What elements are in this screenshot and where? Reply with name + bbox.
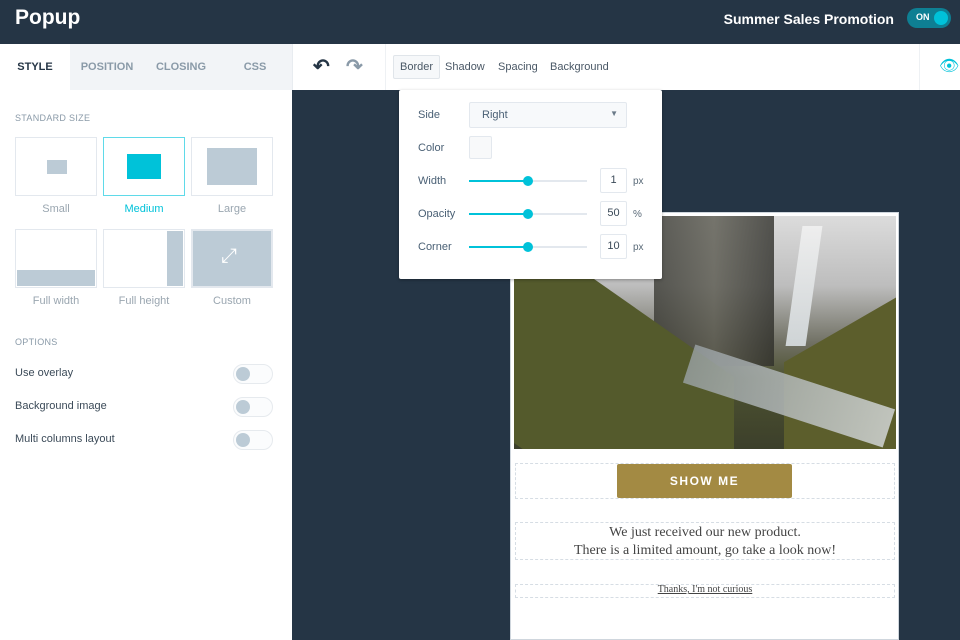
slider-handle[interactable]	[523, 209, 533, 219]
undo-icon[interactable]: ↶	[313, 54, 330, 79]
corner-slider[interactable]	[469, 242, 587, 252]
redo-icon[interactable]: ↷	[346, 54, 363, 79]
toggle-label: ON	[916, 12, 930, 22]
opacity-slider[interactable]	[469, 209, 587, 219]
side-select[interactable]: Right ▼	[469, 102, 627, 128]
toggle-knob	[934, 11, 948, 25]
slider-handle[interactable]	[523, 242, 533, 252]
size-medium[interactable]	[103, 137, 185, 196]
color-swatch[interactable]	[469, 136, 492, 159]
use-overlay-toggle[interactable]	[233, 364, 273, 384]
tab-style[interactable]: STYLE	[0, 44, 70, 90]
width-input[interactable]: 1	[600, 168, 627, 193]
opacity-input[interactable]: 50	[600, 201, 627, 226]
size-label: Medium	[124, 203, 164, 215]
divider	[919, 44, 920, 90]
tab-css[interactable]: CSS	[218, 44, 292, 90]
side-value: Right	[482, 109, 508, 121]
size-large[interactable]	[191, 137, 273, 196]
unit-label: px	[633, 176, 644, 187]
tab-closing[interactable]: CLOSING	[144, 44, 218, 90]
size-label: Small	[42, 203, 70, 215]
multi-columns-toggle[interactable]	[233, 430, 273, 450]
expand-icon: ⤢	[221, 245, 237, 267]
popup-message: We just received our new product. There i…	[515, 524, 895, 560]
size-small[interactable]	[15, 137, 97, 196]
campaign-name: Summer Sales Promotion	[723, 11, 894, 27]
width-slider[interactable]	[469, 176, 587, 186]
preview-eye-icon[interactable]: 👁	[939, 56, 959, 76]
section-title: OPTIONS	[15, 337, 58, 347]
size-label: Full width	[32, 295, 80, 307]
opacity-label: Opacity	[418, 208, 456, 220]
show-me-button[interactable]: SHOW ME	[617, 464, 792, 498]
editor-toolbar: ↶ ↷ Border Shadow Spacing Background 👁	[292, 44, 960, 90]
option-label: Use overlay	[15, 367, 74, 379]
corner-label: Corner	[418, 241, 452, 253]
tab-spacing[interactable]: Spacing	[492, 57, 544, 77]
slider-handle[interactable]	[523, 176, 533, 186]
campaign-on-toggle[interactable]: ON	[907, 8, 951, 28]
tab-border[interactable]: Border	[393, 55, 441, 79]
tab-shadow[interactable]: Shadow	[439, 57, 491, 77]
option-label: Background image	[15, 400, 107, 412]
corner-input[interactable]: 10	[600, 234, 627, 259]
tab-background[interactable]: Background	[544, 57, 615, 77]
size-label: Large	[217, 203, 247, 215]
side-label: Side	[418, 109, 441, 121]
size-custom[interactable]: ⤢	[191, 229, 273, 288]
top-bar: Popup Summer Sales Promotion ON	[0, 0, 960, 44]
width-label: Width	[418, 175, 447, 187]
app-title: Popup	[15, 6, 81, 29]
size-full-height[interactable]	[103, 229, 185, 288]
border-settings-panel: Side Right ▼ Color Width 1 px Opacity 50…	[399, 90, 662, 279]
style-sidebar: STYLE POSITION CLOSING CSS STANDARD SIZE…	[0, 44, 292, 640]
divider	[385, 44, 386, 90]
option-label: Multi columns layout	[15, 433, 115, 445]
size-full-width[interactable]	[15, 229, 97, 288]
section-title: STANDARD SIZE	[15, 113, 91, 123]
message-line: There is a limited amount, go take a loo…	[573, 543, 837, 558]
dismiss-link[interactable]: Thanks, I'm not curious	[515, 584, 895, 595]
size-label: Full height	[118, 295, 170, 307]
tab-position[interactable]: POSITION	[70, 44, 144, 90]
unit-label: %	[633, 209, 642, 220]
unit-label: px	[633, 242, 644, 253]
background-image-toggle[interactable]	[233, 397, 273, 417]
size-label: Custom	[213, 295, 251, 307]
color-label: Color	[418, 142, 445, 154]
message-line: We just received our new product.	[609, 525, 801, 540]
chevron-down-icon: ▼	[610, 109, 618, 118]
